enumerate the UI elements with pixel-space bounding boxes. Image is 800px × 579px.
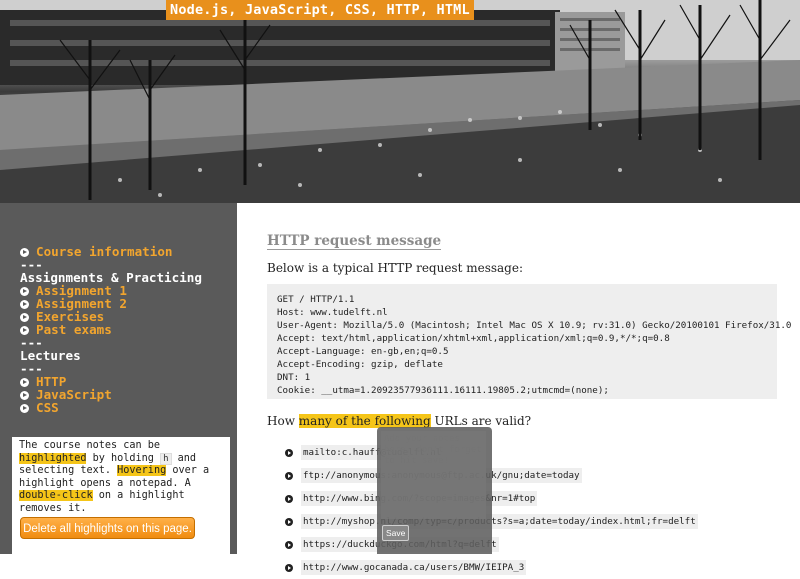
- campus-photo: [0, 0, 800, 203]
- highlight-sample: highlighted: [19, 452, 87, 464]
- arrow-circle-icon: [20, 326, 29, 335]
- http-request-code-block: GET / HTTP/1.1 Host: www.tudelft.nl User-A…: [267, 284, 792, 399]
- code-line: Accept: text/html,application/xhtml+xml,…: [277, 333, 670, 344]
- question-text: How many of the following URLs are valid…: [267, 414, 532, 428]
- code-line: Accept-Language: en-gb,en;q=0.5: [277, 346, 449, 357]
- list-item: http://www.gocanada.ca/users/BMW/IEIPA_3: [285, 556, 698, 579]
- arrow-circle-icon: [285, 517, 293, 526]
- highlight-sample: double-click: [19, 490, 93, 501]
- code-line: Host: www.tudelft.nl: [277, 307, 388, 318]
- arrow-circle-icon: [20, 287, 29, 296]
- arrow-circle-icon: [285, 448, 293, 457]
- main-content: HTTP request message Below is a typical …: [237, 203, 800, 575]
- hero-banner: Node.js, JavaScript, CSS, HTTP, HTML: [0, 0, 800, 203]
- save-note-button[interactable]: Save: [382, 525, 410, 541]
- sidebar-item-past-exams[interactable]: Past exams: [20, 323, 230, 336]
- highlight-sample: Hovering: [117, 465, 167, 476]
- delete-highlights-button[interactable]: Delete all highlights on this page.: [20, 517, 195, 539]
- arrow-circle-icon: [20, 404, 29, 413]
- site-title: Node.js, JavaScript, CSS, HTTP, HTML: [166, 0, 474, 20]
- sidebar-item-course-information[interactable]: Course information: [20, 245, 230, 258]
- code-line: GET / HTTP/1.1: [277, 294, 355, 305]
- notepad-textarea[interactable]: [381, 431, 486, 519]
- notepad-popup: Save: [377, 427, 492, 554]
- arrow-circle-icon: [20, 378, 29, 387]
- section-title: HTTP request message: [267, 233, 442, 250]
- intro-text: Below is a typical HTTP request message:: [267, 261, 524, 275]
- key-h: h: [160, 452, 172, 465]
- arrow-circle-icon: [20, 313, 29, 322]
- arrow-circle-icon: [285, 471, 293, 480]
- arrow-circle-icon: [20, 300, 29, 309]
- sidebar-menu: Course information --- Assignments & Pra…: [20, 245, 230, 414]
- code-line: Accept-Encoding: gzip, deflate: [277, 359, 443, 370]
- highlighted-text[interactable]: many of the following: [298, 414, 431, 428]
- arrow-circle-icon: [285, 494, 293, 503]
- arrow-circle-icon: [285, 563, 293, 572]
- code-line: Cookie: __utma=1.20923577936111.16111.19…: [277, 385, 609, 396]
- arrow-circle-icon: [285, 540, 293, 549]
- menu-heading-lectures: Lectures: [20, 348, 81, 363]
- arrow-circle-icon: [20, 391, 29, 400]
- sidebar-item-css[interactable]: CSS: [20, 401, 230, 414]
- code-line: DNT: 1: [277, 372, 311, 383]
- arrow-circle-icon: [20, 248, 29, 257]
- code-line: User-Agent: Mozilla/5.0 (Macintosh; Inte…: [277, 320, 792, 331]
- sidebar: Course information --- Assignments & Pra…: [0, 203, 237, 554]
